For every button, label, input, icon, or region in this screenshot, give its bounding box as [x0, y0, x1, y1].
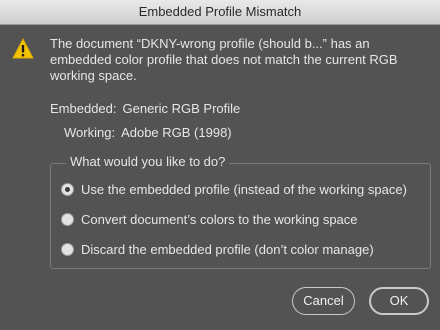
- window-title: Embedded Profile Mismatch: [0, 0, 440, 25]
- options-legend: What would you like to do?: [66, 154, 230, 169]
- working-profile-row: Working: Adobe RGB (1998): [64, 125, 232, 140]
- option-convert-label: Convert document’s colors to the working…: [81, 211, 358, 227]
- embedded-value: Generic RGB Profile: [122, 101, 241, 116]
- embedded-profile-row: Embedded: Generic RGB Profile: [50, 101, 240, 116]
- radio-discard[interactable]: [61, 242, 74, 256]
- option-use-embedded-label: Use the embedded profile (instead of the…: [81, 181, 407, 197]
- working-label: Working:: [64, 125, 116, 140]
- option-use-embedded[interactable]: Use the embedded profile (instead of the…: [61, 180, 407, 198]
- option-discard[interactable]: Discard the embedded profile (don’t colo…: [61, 240, 374, 258]
- working-value: Adobe RGB (1998): [121, 125, 232, 140]
- mismatch-message: The document “DKNY-wrong profile (should…: [50, 36, 398, 83]
- profile-mismatch-dialog: Embedded Profile Mismatch The document “…: [0, 0, 440, 330]
- ok-button[interactable]: OK: [369, 287, 429, 315]
- option-discard-label: Discard the embedded profile (don’t colo…: [81, 241, 374, 257]
- cancel-button[interactable]: Cancel: [292, 287, 355, 315]
- embedded-label: Embedded:: [50, 101, 117, 116]
- option-convert[interactable]: Convert document’s colors to the working…: [61, 210, 358, 228]
- warning-icon: [12, 37, 34, 60]
- radio-use-embedded[interactable]: [61, 182, 74, 196]
- radio-convert[interactable]: [61, 212, 74, 226]
